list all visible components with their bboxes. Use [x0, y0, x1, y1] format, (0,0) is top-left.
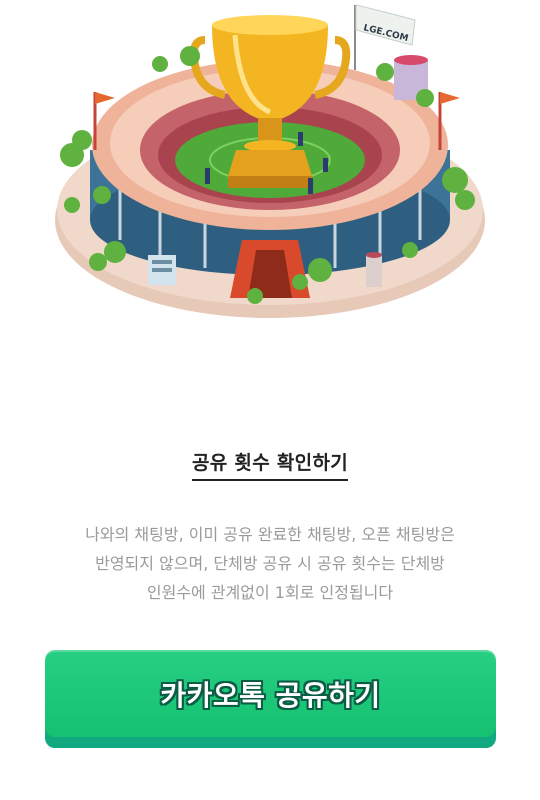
title-wrapper: 공유 횟수 확인하기: [0, 448, 540, 481]
kakaotalk-share-button[interactable]: 카카오톡 공유하기: [45, 650, 496, 748]
description-line: 인원수에 관계없이 1회로 인정됩니다: [146, 583, 394, 602]
stadium-trophy-illustration: LGE.COM: [55, 4, 485, 318]
share-button-label: 카카오톡 공유하기: [160, 678, 381, 712]
section-title[interactable]: 공유 횟수 확인하기: [191, 448, 349, 481]
description-line: 반영되지 않으며, 단체방 공유 시 공유 횟수는 단체방: [95, 554, 445, 573]
description: 나와의 채팅방, 이미 공유 완료한 채팅방, 오픈 채팅방은 반영되지 않으며…: [30, 520, 510, 607]
share-count-page: LGE.COM 공유 횟수 확인하기 나와의 채팅방, 이미 공유 완료한 채팅…: [0, 0, 540, 800]
button-face[interactable]: 카카오톡 공유하기: [45, 650, 496, 737]
description-line: 나와의 채팅방, 이미 공유 완료한 채팅방, 오픈 채팅방은: [85, 525, 455, 544]
